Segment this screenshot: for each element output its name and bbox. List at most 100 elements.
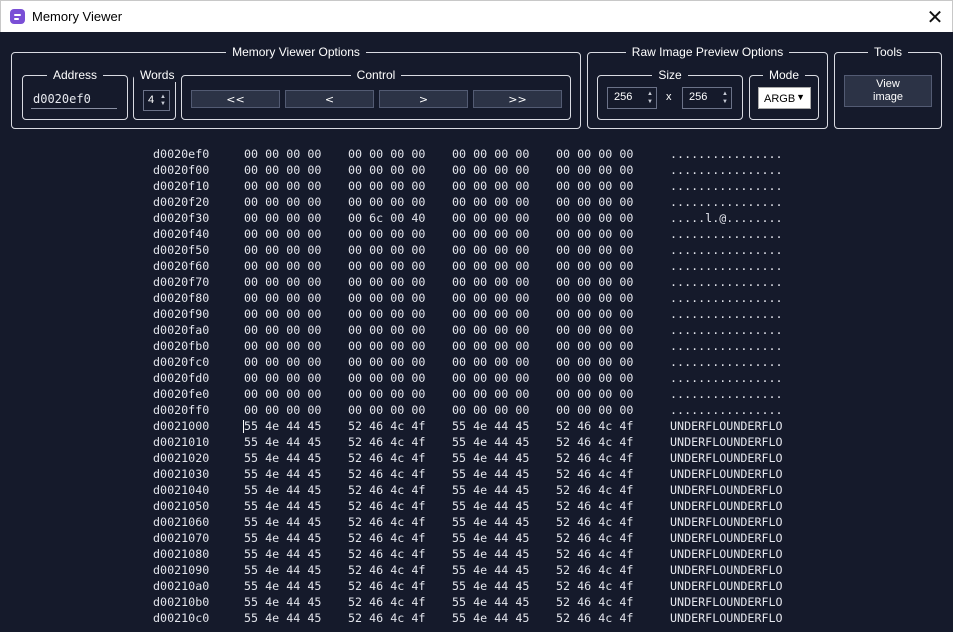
row-address: d0021010 [153, 435, 210, 449]
width-increment-icon[interactable]: ▲ [647, 91, 653, 97]
row-word: 55 4e 44 45 [452, 579, 530, 593]
row-word: 00 00 00 00 [452, 275, 530, 289]
row-word: 00 00 00 00 [348, 179, 426, 193]
width-spinbox[interactable]: 256 ▲ ▼ [607, 87, 657, 109]
row-word: 55 4e 44 45 [244, 483, 322, 497]
row-word: 00 00 00 00 [244, 211, 322, 225]
memory-viewer-options-group: Memory Viewer Options Address d0020ef0 W… [11, 45, 581, 129]
row-ascii: ................ [670, 307, 783, 321]
row-word: 00 00 00 00 [348, 259, 426, 273]
row-address: d0021080 [153, 547, 210, 561]
row-ascii: UNDERFLOUNDERFLO [670, 579, 783, 593]
raw-image-preview-title: Raw Image Preview Options [625, 45, 790, 59]
row-word: 00 00 00 00 [556, 371, 634, 385]
row-word: 52 46 4c 4f [556, 419, 634, 433]
window-title: Memory Viewer [32, 9, 123, 24]
row-ascii: UNDERFLOUNDERFLO [670, 611, 783, 625]
row-word: 00 00 00 00 [452, 179, 530, 193]
mode-value: ARGB [764, 93, 796, 105]
row-word: 55 4e 44 45 [452, 435, 530, 449]
row-word: 55 4e 44 45 [452, 451, 530, 465]
address-input[interactable]: d0020ef0 [31, 90, 117, 109]
row-word: 00 00 00 00 [348, 147, 426, 161]
view-image-button[interactable]: View image [844, 75, 932, 107]
row-word: 00 00 00 00 [556, 323, 634, 337]
row-word: 00 00 00 00 [348, 163, 426, 177]
row-word: 00 00 00 00 [244, 307, 322, 321]
row-word: 00 00 00 00 [348, 403, 426, 417]
row-word: 00 00 00 00 [452, 211, 530, 225]
row-ascii: ................ [670, 291, 783, 305]
row-word: 00 00 00 00 [556, 179, 634, 193]
row-ascii: UNDERFLOUNDERFLO [670, 435, 783, 449]
row-address: d0020f30 [153, 211, 210, 225]
size-label: Size [652, 68, 688, 82]
row-address: d0020f90 [153, 307, 210, 321]
words-decrement-icon[interactable]: ▼ [160, 101, 166, 107]
app-icon [10, 9, 25, 24]
row-word: 00 00 00 00 [556, 355, 634, 369]
jump-forward-button[interactable]: >> [473, 90, 562, 108]
row-word: 55 4e 44 45 [452, 547, 530, 561]
row-ascii: ................ [670, 147, 783, 161]
row-word: 55 4e 44 45 [452, 467, 530, 481]
row-word: 52 46 4c 4f [556, 483, 634, 497]
row-word: 00 00 00 00 [452, 195, 530, 209]
row-word: 00 00 00 00 [244, 371, 322, 385]
row-ascii: ................ [670, 275, 783, 289]
control-group: Control << < > >> [181, 68, 571, 120]
row-address: d0020fa0 [153, 323, 210, 337]
height-spinbox[interactable]: 256 ▲ ▼ [682, 87, 732, 109]
close-button[interactable]: ✕ [918, 1, 952, 33]
row-word: 55 4e 44 45 [244, 419, 322, 433]
row-word: 00 00 00 00 [244, 243, 322, 257]
row-ascii: UNDERFLOUNDERFLO [670, 419, 783, 433]
row-address: d0021060 [153, 515, 210, 529]
row-word: 00 00 00 00 [452, 243, 530, 257]
height-decrement-icon[interactable]: ▼ [722, 99, 728, 105]
mode-select[interactable]: ARGB ▼ [758, 87, 811, 109]
row-word: 00 00 00 00 [556, 147, 634, 161]
row-word: 52 46 4c 4f [348, 419, 426, 433]
raw-image-preview-options-group: Raw Image Preview Options Size 256 ▲ ▼ x… [587, 45, 828, 129]
row-ascii: ................ [670, 195, 783, 209]
row-address: d0021030 [153, 467, 210, 481]
row-word: 55 4e 44 45 [244, 579, 322, 593]
row-word: 00 00 00 00 [244, 195, 322, 209]
row-word: 00 00 00 00 [452, 307, 530, 321]
row-word: 52 46 4c 4f [348, 467, 426, 481]
words-label: Words [134, 68, 181, 82]
row-word: 55 4e 44 45 [244, 531, 322, 545]
row-ascii: UNDERFLOUNDERFLO [670, 563, 783, 577]
row-address: d0020ef0 [153, 147, 210, 161]
mode-label: Mode [762, 68, 806, 82]
row-address: d0020f70 [153, 275, 210, 289]
height-increment-icon[interactable]: ▲ [722, 91, 728, 97]
row-word: 00 00 00 00 [348, 307, 426, 321]
row-word: 00 00 00 00 [244, 339, 322, 353]
row-word: 52 46 4c 4f [348, 499, 426, 513]
row-address: d0020fc0 [153, 355, 210, 369]
row-word: 52 46 4c 4f [348, 547, 426, 561]
words-increment-icon[interactable]: ▲ [160, 94, 166, 100]
row-word: 00 00 00 00 [244, 147, 322, 161]
row-word: 52 46 4c 4f [348, 563, 426, 577]
row-word: 52 46 4c 4f [348, 531, 426, 545]
row-word: 00 00 00 00 [556, 163, 634, 177]
row-word: 00 00 00 00 [452, 291, 530, 305]
width-decrement-icon[interactable]: ▼ [647, 99, 653, 105]
row-word: 55 4e 44 45 [244, 595, 322, 609]
jump-back-button[interactable]: << [191, 90, 280, 108]
row-word: 52 46 4c 4f [556, 595, 634, 609]
row-ascii: UNDERFLOUNDERFLO [670, 547, 783, 561]
row-word: 52 46 4c 4f [556, 515, 634, 529]
row-address: d00210c0 [153, 611, 210, 625]
words-spinbox[interactable]: 4 ▲ ▼ [143, 90, 170, 111]
row-word: 00 00 00 00 [244, 323, 322, 337]
step-forward-button[interactable]: > [379, 90, 468, 108]
step-back-button[interactable]: < [285, 90, 374, 108]
row-ascii: ................ [670, 387, 783, 401]
row-ascii: ................ [670, 403, 783, 417]
row-ascii: UNDERFLOUNDERFLO [670, 515, 783, 529]
row-word: 55 4e 44 45 [452, 595, 530, 609]
